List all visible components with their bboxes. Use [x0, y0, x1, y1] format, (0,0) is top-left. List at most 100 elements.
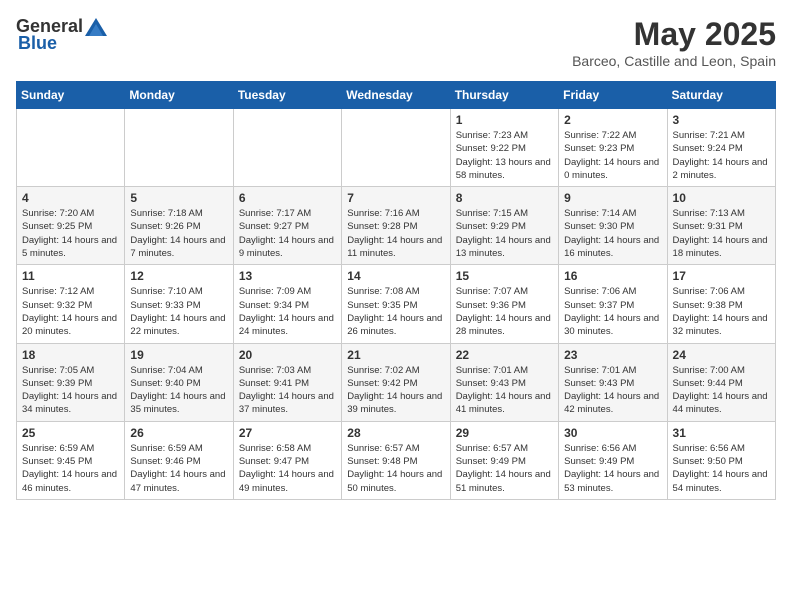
calendar-cell: 27 Sunrise: 6:58 AM Sunset: 9:47 PM Dayli… [233, 421, 341, 499]
calendar-table: SundayMondayTuesdayWednesdayThursdayFrid… [16, 81, 776, 500]
calendar-header-row: SundayMondayTuesdayWednesdayThursdayFrid… [17, 82, 776, 109]
day-number: 26 [130, 426, 227, 440]
calendar-cell: 31 Sunrise: 6:56 AM Sunset: 9:50 PM Dayli… [667, 421, 775, 499]
day-info: Sunrise: 7:01 AM Sunset: 9:43 PM Dayligh… [564, 364, 661, 417]
calendar-cell: 19 Sunrise: 7:04 AM Sunset: 9:40 PM Dayli… [125, 343, 233, 421]
weekday-header: Friday [559, 82, 667, 109]
day-number: 14 [347, 269, 444, 283]
calendar-week-row: 1Sunrise: 7:23 AM Sunset: 9:22 PM Daylig… [17, 109, 776, 187]
day-number: 22 [456, 348, 553, 362]
day-number: 9 [564, 191, 661, 205]
day-info: Sunrise: 7:21 AM Sunset: 9:24 PM Dayligh… [673, 129, 770, 182]
day-number: 28 [347, 426, 444, 440]
calendar-week-row: 11Sunrise: 7:12 AM Sunset: 9:32 PM Dayli… [17, 265, 776, 343]
calendar-cell: 14 Sunrise: 7:08 AM Sunset: 9:35 PM Dayli… [342, 265, 450, 343]
calendar-cell: 26Sunrise: 6:59 AM Sunset: 9:46 PM Dayli… [125, 421, 233, 499]
day-number: 16 [564, 269, 661, 283]
day-number: 27 [239, 426, 336, 440]
location-subtitle: Barceo, Castille and Leon, Spain [572, 53, 776, 69]
day-info: Sunrise: 7:06 AM Sunset: 9:38 PM Dayligh… [673, 285, 770, 338]
weekday-header: Sunday [17, 82, 125, 109]
weekday-header: Thursday [450, 82, 558, 109]
calendar-cell: 15 Sunrise: 7:07 AM Sunset: 9:36 PM Dayli… [450, 265, 558, 343]
calendar-cell [125, 109, 233, 187]
logo-blue: Blue [18, 33, 57, 54]
day-info: Sunrise: 7:12 AM Sunset: 9:32 PM Dayligh… [22, 285, 119, 338]
calendar-cell [17, 109, 125, 187]
calendar-cell: 12 Sunrise: 7:10 AM Sunset: 9:33 PM Dayli… [125, 265, 233, 343]
calendar-cell: 3Sunrise: 7:21 AM Sunset: 9:24 PM Daylig… [667, 109, 775, 187]
calendar-cell: 16Sunrise: 7:06 AM Sunset: 9:37 PM Dayli… [559, 265, 667, 343]
day-info: Sunrise: 6:57 AM Sunset: 9:48 PM Dayligh… [347, 442, 444, 495]
day-info: Sunrise: 7:03 AM Sunset: 9:41 PM Dayligh… [239, 364, 336, 417]
logo-icon [85, 18, 107, 36]
day-info: Sunrise: 7:08 AM Sunset: 9:35 PM Dayligh… [347, 285, 444, 338]
day-info: Sunrise: 7:04 AM Sunset: 9:40 PM Dayligh… [130, 364, 227, 417]
calendar-cell: 22Sunrise: 7:01 AM Sunset: 9:43 PM Dayli… [450, 343, 558, 421]
calendar-cell: 2 Sunrise: 7:22 AM Sunset: 9:23 PM Daylig… [559, 109, 667, 187]
calendar-cell: 18 Sunrise: 7:05 AM Sunset: 9:39 PM Dayli… [17, 343, 125, 421]
calendar-cell: 1Sunrise: 7:23 AM Sunset: 9:22 PM Daylig… [450, 109, 558, 187]
day-info: Sunrise: 7:18 AM Sunset: 9:26 PM Dayligh… [130, 207, 227, 260]
day-number: 2 [564, 113, 661, 127]
day-number: 8 [456, 191, 553, 205]
day-info: Sunrise: 7:07 AM Sunset: 9:36 PM Dayligh… [456, 285, 553, 338]
logo: General Blue [16, 16, 107, 54]
calendar-week-row: 18 Sunrise: 7:05 AM Sunset: 9:39 PM Dayli… [17, 343, 776, 421]
day-number: 20 [239, 348, 336, 362]
day-info: Sunrise: 7:15 AM Sunset: 9:29 PM Dayligh… [456, 207, 553, 260]
day-info: Sunrise: 7:10 AM Sunset: 9:33 PM Dayligh… [130, 285, 227, 338]
calendar-cell: 13 Sunrise: 7:09 AM Sunset: 9:34 PM Dayli… [233, 265, 341, 343]
month-year-title: May 2025 [572, 16, 776, 53]
day-info: Sunrise: 6:59 AM Sunset: 9:45 PM Dayligh… [22, 442, 119, 495]
day-info: Sunrise: 7:16 AM Sunset: 9:28 PM Dayligh… [347, 207, 444, 260]
day-info: Sunrise: 6:56 AM Sunset: 9:50 PM Dayligh… [673, 442, 770, 495]
day-info: Sunrise: 6:58 AM Sunset: 9:47 PM Dayligh… [239, 442, 336, 495]
day-number: 29 [456, 426, 553, 440]
calendar-cell: 11Sunrise: 7:12 AM Sunset: 9:32 PM Dayli… [17, 265, 125, 343]
day-info: Sunrise: 7:09 AM Sunset: 9:34 PM Dayligh… [239, 285, 336, 338]
calendar-cell: 23Sunrise: 7:01 AM Sunset: 9:43 PM Dayli… [559, 343, 667, 421]
day-info: Sunrise: 7:17 AM Sunset: 9:27 PM Dayligh… [239, 207, 336, 260]
calendar-cell: 20 Sunrise: 7:03 AM Sunset: 9:41 PM Dayli… [233, 343, 341, 421]
calendar-cell: 24 Sunrise: 7:00 AM Sunset: 9:44 PM Dayli… [667, 343, 775, 421]
day-info: Sunrise: 7:05 AM Sunset: 9:39 PM Dayligh… [22, 364, 119, 417]
day-number: 5 [130, 191, 227, 205]
calendar-cell [342, 109, 450, 187]
weekday-header: Wednesday [342, 82, 450, 109]
calendar-week-row: 4 Sunrise: 7:20 AM Sunset: 9:25 PM Daylig… [17, 187, 776, 265]
day-info: Sunrise: 7:00 AM Sunset: 9:44 PM Dayligh… [673, 364, 770, 417]
day-number: 30 [564, 426, 661, 440]
day-number: 25 [22, 426, 119, 440]
title-block: May 2025 Barceo, Castille and Leon, Spai… [572, 16, 776, 69]
calendar-cell: 9 Sunrise: 7:14 AM Sunset: 9:30 PM Daylig… [559, 187, 667, 265]
calendar-cell: 29 Sunrise: 6:57 AM Sunset: 9:49 PM Dayli… [450, 421, 558, 499]
calendar-cell: 28 Sunrise: 6:57 AM Sunset: 9:48 PM Dayli… [342, 421, 450, 499]
day-info: Sunrise: 7:14 AM Sunset: 9:30 PM Dayligh… [564, 207, 661, 260]
calendar-cell: 8 Sunrise: 7:15 AM Sunset: 9:29 PM Daylig… [450, 187, 558, 265]
weekday-header: Tuesday [233, 82, 341, 109]
calendar-cell: 5 Sunrise: 7:18 AM Sunset: 9:26 PM Daylig… [125, 187, 233, 265]
day-info: Sunrise: 6:56 AM Sunset: 9:49 PM Dayligh… [564, 442, 661, 495]
page-header: General Blue May 2025 Barceo, Castille a… [16, 16, 776, 69]
day-info: Sunrise: 6:57 AM Sunset: 9:49 PM Dayligh… [456, 442, 553, 495]
day-number: 17 [673, 269, 770, 283]
calendar-cell: 30 Sunrise: 6:56 AM Sunset: 9:49 PM Dayli… [559, 421, 667, 499]
day-number: 13 [239, 269, 336, 283]
day-number: 24 [673, 348, 770, 362]
calendar-cell: 6 Sunrise: 7:17 AM Sunset: 9:27 PM Daylig… [233, 187, 341, 265]
day-number: 6 [239, 191, 336, 205]
day-number: 12 [130, 269, 227, 283]
day-number: 31 [673, 426, 770, 440]
day-number: 4 [22, 191, 119, 205]
day-info: Sunrise: 7:20 AM Sunset: 9:25 PM Dayligh… [22, 207, 119, 260]
day-number: 19 [130, 348, 227, 362]
day-number: 18 [22, 348, 119, 362]
weekday-header: Saturday [667, 82, 775, 109]
calendar-cell [233, 109, 341, 187]
day-info: Sunrise: 7:22 AM Sunset: 9:23 PM Dayligh… [564, 129, 661, 182]
day-number: 15 [456, 269, 553, 283]
calendar-cell: 7 Sunrise: 7:16 AM Sunset: 9:28 PM Daylig… [342, 187, 450, 265]
day-number: 21 [347, 348, 444, 362]
day-number: 7 [347, 191, 444, 205]
